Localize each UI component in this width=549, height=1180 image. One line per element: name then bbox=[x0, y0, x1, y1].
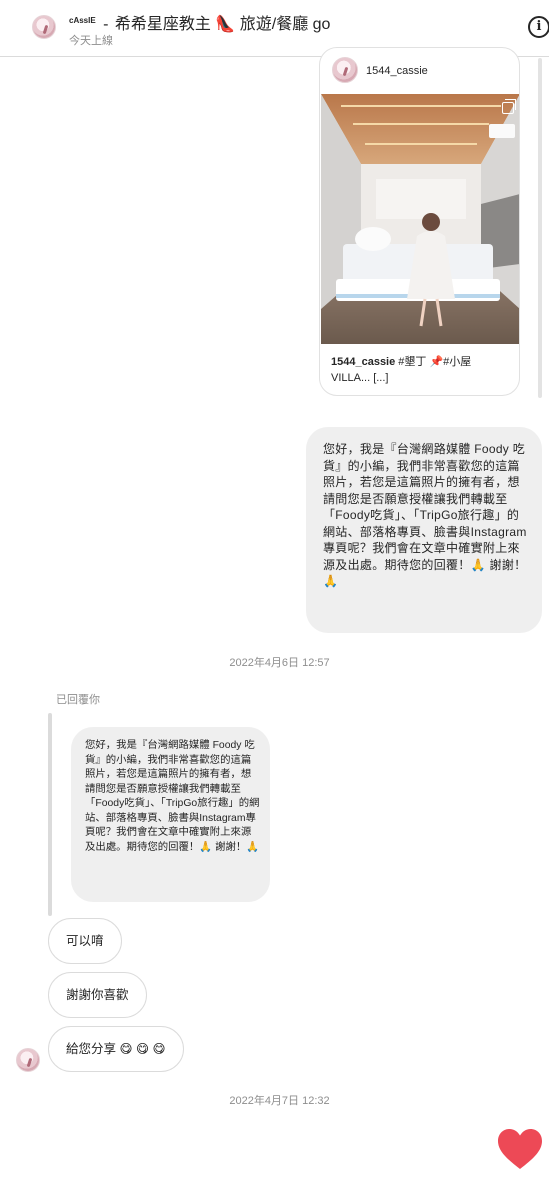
contact-subtitle: 旅遊/餐廳 go bbox=[239, 16, 331, 33]
contact-avatar[interactable] bbox=[32, 15, 56, 39]
scrollbar[interactable] bbox=[538, 58, 542, 398]
multiple-photos-icon bbox=[502, 99, 516, 114]
name-separator: - bbox=[103, 16, 109, 33]
bedroom-photo bbox=[321, 94, 519, 344]
heel-emoji: 👠 bbox=[215, 16, 236, 33]
incoming-message[interactable]: 可以唷 bbox=[48, 918, 122, 964]
quoted-message[interactable]: 您好，我是『台灣網路媒體 Foody 吃貨』的小編，我們非常喜歡您的這篇照片，若… bbox=[71, 727, 270, 902]
active-status: 今天上線 bbox=[69, 35, 113, 47]
timestamp: 2022年4月7日 12:32 bbox=[229, 1095, 330, 1107]
post-author-avatar bbox=[332, 57, 358, 83]
incoming-message[interactable]: 謝謝你喜歡 bbox=[48, 972, 147, 1018]
replied-label: 已回覆你 bbox=[56, 694, 100, 706]
heart-icon[interactable] bbox=[497, 1128, 543, 1170]
post-author-username: 1544_cassie bbox=[366, 65, 428, 77]
incoming-message[interactable]: 給您分享 😋 😋 😋 bbox=[48, 1026, 184, 1072]
post-caption: 1544_cassie #墾丁 📌#小屋 VILLA... [...] bbox=[331, 354, 511, 386]
contact-name[interactable]: cAssIE - 希希星座教主 👠 旅遊/餐廳 go bbox=[69, 10, 330, 34]
contact-username: cAssIE bbox=[69, 16, 96, 25]
info-icon[interactable]: i bbox=[528, 16, 549, 38]
shared-post-card[interactable]: 1544_cassie 1544_cassie #墾丁 📌#小屋 VILLA..… bbox=[319, 47, 520, 396]
sender-avatar[interactable] bbox=[16, 1048, 40, 1072]
contact-title: 希希星座教主 bbox=[114, 16, 211, 33]
post-image[interactable] bbox=[321, 94, 519, 344]
caption-username: 1544_cassie bbox=[331, 356, 396, 368]
quote-bar bbox=[48, 713, 52, 916]
outgoing-message[interactable]: 您好，我是『台灣網路媒體 Foody 吃貨』的小編，我們非常喜歡您的這篇照片，若… bbox=[306, 427, 542, 633]
timestamp: 2022年4月6日 12:57 bbox=[229, 657, 330, 669]
